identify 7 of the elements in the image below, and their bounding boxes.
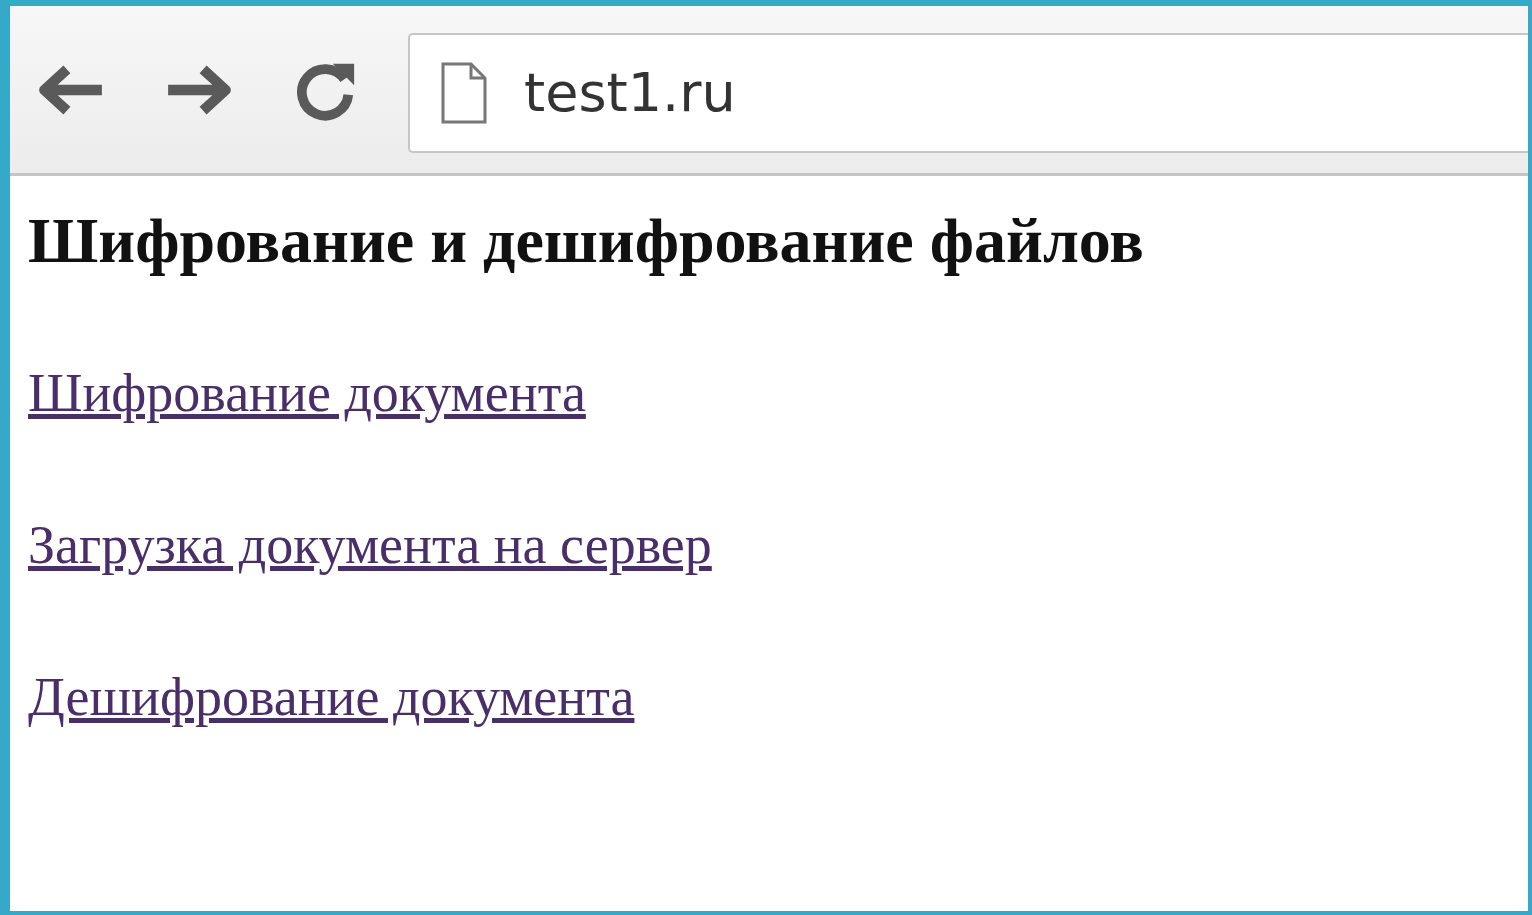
page-link[interactable]: Загрузка документа на сервер — [28, 509, 712, 580]
page-link[interactable]: Дешифрование документа — [28, 661, 635, 733]
url-text: test1.ru — [524, 61, 736, 124]
address-bar[interactable]: test1.ru — [408, 32, 1528, 153]
page-icon — [440, 60, 488, 125]
page-link[interactable]: Шифрование документа — [28, 357, 586, 428]
page-heading: Шифрование и дешифрование файлов — [28, 204, 1145, 278]
